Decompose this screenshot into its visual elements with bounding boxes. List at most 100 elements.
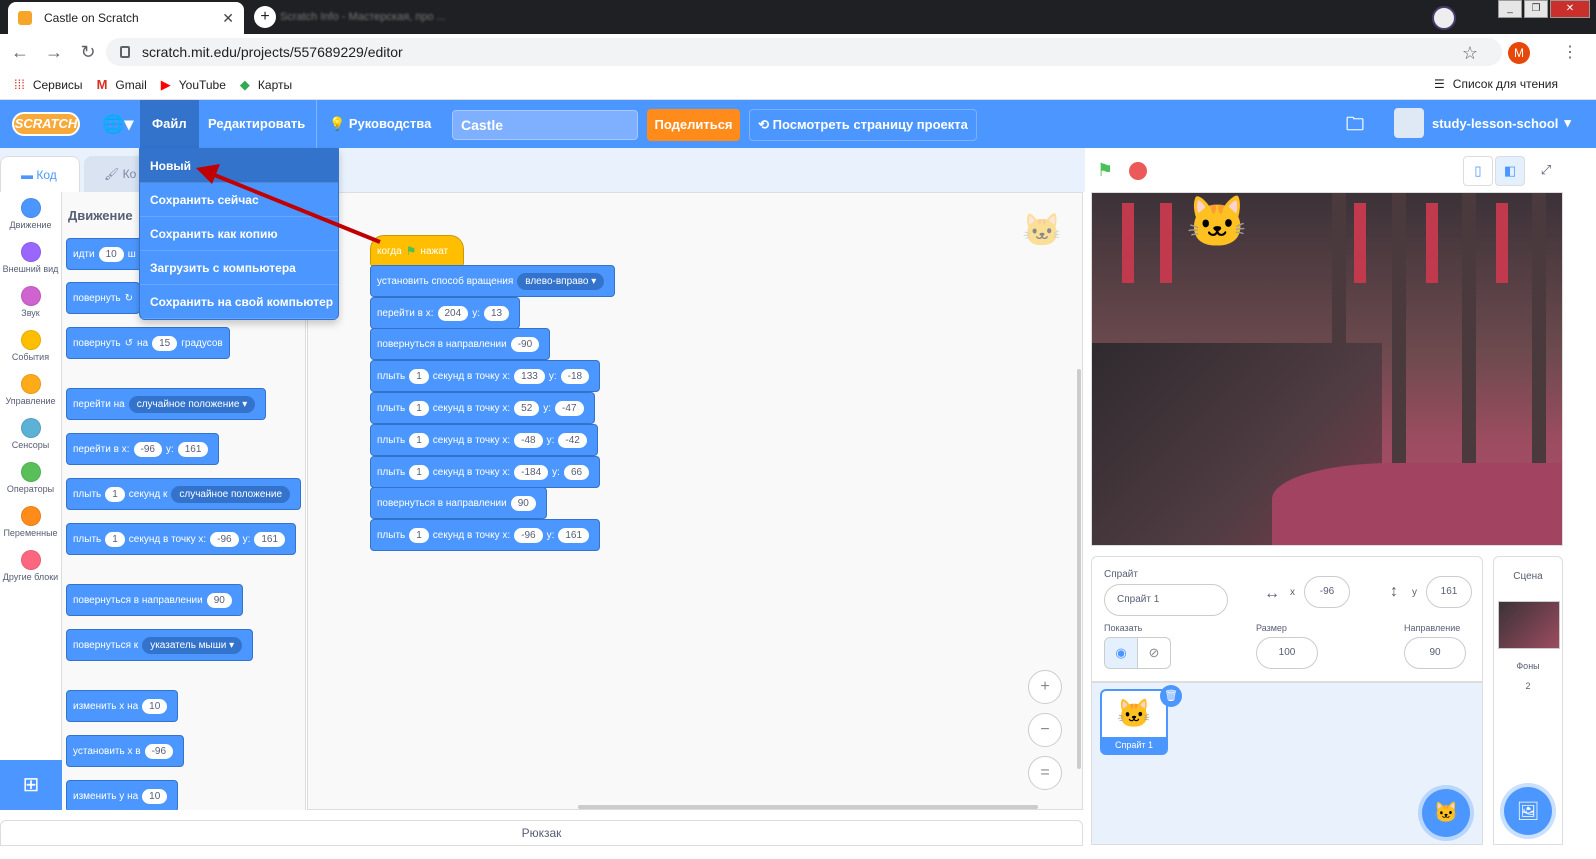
block-when-flag-clicked[interactable]: когда ⚑ нажат (370, 235, 464, 267)
block-set-x[interactable]: установить х в -96 (66, 735, 185, 767)
bookmark-services[interactable]: ⁞⁞⁞ Сервисы (14, 77, 83, 92)
zoom-in-button[interactable]: + (1028, 670, 1062, 704)
block-turn-left[interactable]: повернуть ↺ на 15 градусов (66, 327, 230, 359)
sprite-size-input[interactable]: 100 (1256, 637, 1318, 669)
script-area[interactable]: 🐱 когда ⚑ нажат установить способ вращения… (307, 192, 1083, 810)
add-sprite-button[interactable]: 🐱 (1422, 789, 1470, 837)
share-button[interactable]: Поделиться (647, 109, 740, 141)
close-window-button[interactable]: ✕ (1550, 0, 1590, 18)
menu-item-save-to-computer[interactable]: Сохранить на свой компьютер (140, 285, 338, 319)
block-point-towards[interactable]: повернуться к указатель мыши ▾ (66, 629, 254, 661)
stage-selector[interactable]: Сцена Фоны 2 🖼 (1493, 556, 1563, 845)
category-variables[interactable]: Переменные (0, 500, 61, 544)
block-goto[interactable]: перейти на случайное положение ▾ (66, 388, 267, 420)
block-set-rotation-style[interactable]: установить способ вращения влево-вправо ▾ (370, 265, 616, 297)
stage-canvas[interactable]: 🐱 (1091, 192, 1563, 546)
menu-item-save-copy[interactable]: Сохранить как копию (140, 217, 338, 251)
sprite-x-input[interactable]: -96 (1304, 576, 1350, 608)
chrome-menu-icon[interactable]: ⋮ (1562, 42, 1578, 62)
block-change-y[interactable]: изменить у на 10 (66, 780, 179, 810)
new-tab-button[interactable]: + (254, 6, 276, 28)
block-glide-xy[interactable]: плыть 1 секунд в точку x: 133 y: -18 (370, 360, 601, 392)
block-glide[interactable]: плыть 1 секунд к случайное положение (66, 478, 302, 510)
add-extension-button[interactable]: ⊞ (0, 760, 62, 810)
bookmark-star-icon[interactable]: ☆ (1462, 43, 1478, 64)
forward-arrow-icon[interactable]: → (40, 42, 68, 63)
user-account-menu[interactable]: study-lesson-school ▾ (1394, 108, 1571, 138)
language-globe-icon[interactable]: 🌐▾ (102, 114, 133, 135)
horizontal-scrollbar[interactable] (578, 805, 1038, 809)
bookmark-maps[interactable]: ◆ Карты (240, 77, 292, 93)
reload-icon[interactable]: ↻ (74, 42, 102, 63)
category-control[interactable]: Управление (0, 368, 61, 412)
block-move-steps[interactable]: идти 10 ш (66, 238, 143, 270)
sprite-name-input[interactable]: Спрайт 1 (1104, 584, 1228, 616)
bookmark-label: Сервисы (32, 77, 83, 92)
url-input[interactable]: scratch.mit.edu/projects/557689229/edito… (106, 38, 1502, 66)
file-menu[interactable]: Файл (140, 100, 199, 148)
menu-item-save-now[interactable]: Сохранить сейчас (140, 183, 338, 217)
my-stuff-folder-icon[interactable]: 🗀 (1346, 112, 1364, 142)
bookmark-gmail[interactable]: M Gmail (97, 77, 147, 92)
block-point-direction[interactable]: повернуться в направлении 90 (66, 584, 243, 616)
block-point-direction[interactable]: повернуться в направлении -90 (370, 328, 551, 360)
tab-title: Castle on Scratch (44, 11, 139, 25)
category-motion[interactable]: Движение (0, 192, 61, 236)
block-glide-xy[interactable]: плыть 1 секунд в точку x: -96 y: 161 (370, 519, 601, 551)
stage-banner (1496, 203, 1508, 283)
vertical-scrollbar[interactable] (1077, 369, 1081, 769)
show-sprite-eye-icon[interactable]: ◉ (1104, 637, 1138, 669)
block-glide-xy[interactable]: плыть 1 секунд в точку x: -96 y: 161 (66, 523, 297, 555)
category-dot-icon (20, 198, 41, 218)
sprite-direction-input[interactable]: 90 (1404, 637, 1466, 669)
restore-button[interactable]: ❐ (1524, 0, 1548, 18)
fullscreen-icon[interactable]: ⤢ (1531, 156, 1561, 186)
zoom-reset-button[interactable]: = (1028, 756, 1062, 790)
scratch-logo[interactable]: SCRATCH (12, 112, 80, 136)
green-flag-button[interactable]: ⚑ (1097, 160, 1113, 181)
block-goto-xy[interactable]: перейти в x: 204 y: 13 (370, 297, 521, 329)
profile-avatar[interactable]: M (1508, 42, 1530, 64)
sprite-tile[interactable]: 🐱 Спрайт 1 🗑 (1100, 685, 1182, 755)
category-looks[interactable]: Внешний вид (0, 236, 61, 280)
block-glide-xy[interactable]: плыть 1 секунд в точку x: -184 y: 66 (370, 456, 601, 488)
browser-tab-active[interactable]: Castle on Scratch ✕ (8, 2, 244, 34)
normal-stage-button[interactable]: ◧ (1495, 156, 1525, 186)
tab-code[interactable]: ▬ Код (0, 156, 80, 192)
back-arrow-icon[interactable]: ← (6, 42, 34, 63)
bookmark-youtube[interactable]: ▶ YouTube (161, 77, 226, 93)
see-project-page-button[interactable]: ⟲ Посмотреть страницу проекта (749, 109, 977, 141)
block-point-direction[interactable]: повернуться в направлении 90 (370, 487, 547, 519)
stop-button[interactable] (1129, 162, 1147, 180)
block-glide-xy[interactable]: плыть 1 секунд в точку x: 52 y: -47 (370, 392, 595, 424)
add-backdrop-button[interactable]: 🖼 (1504, 787, 1552, 835)
block-goto-xy[interactable]: перейти в x: -96 y: 161 (66, 433, 220, 465)
minimize-button[interactable]: _ (1498, 0, 1522, 18)
small-stage-button[interactable]: ▯ (1463, 156, 1493, 186)
menu-item-new[interactable]: Новый (140, 149, 338, 183)
sprite-y-input[interactable]: 161 (1426, 576, 1472, 608)
sprite-cat-on-stage[interactable]: 🐱 (1186, 193, 1248, 252)
project-title-input[interactable]: Castle (452, 110, 638, 140)
stage-thumbnail[interactable] (1498, 601, 1560, 649)
block-turn-right[interactable]: повернуть ↻ (66, 282, 141, 314)
category-sensing[interactable]: Сенсоры (0, 412, 61, 456)
tab-close-icon[interactable]: ✕ (222, 10, 234, 27)
chrome-profile-icon[interactable] (1432, 6, 1456, 30)
backpack-bar[interactable]: Рюкзак (0, 820, 1083, 846)
category-dot-icon (20, 242, 41, 262)
reading-list-button[interactable]: ☰ Список для чтения (1434, 77, 1558, 91)
category-sound[interactable]: Звук (0, 280, 61, 324)
block-glide-xy[interactable]: плыть 1 секунд в точку x: -48 y: -42 (370, 424, 598, 456)
menu-item-load-from-computer[interactable]: Загрузить с компьютера (140, 251, 338, 285)
guides-menu[interactable]: 💡 Руководства (316, 100, 443, 148)
delete-sprite-icon[interactable]: 🗑 (1160, 685, 1182, 707)
hide-sprite-eye-icon[interactable]: ⊘ (1137, 637, 1171, 669)
category-events[interactable]: События (0, 324, 61, 368)
browser-tab-inactive[interactable]: Scratch Info - Мастерская, про ... (280, 6, 470, 28)
block-change-x[interactable]: изменить х на 10 (66, 690, 179, 722)
category-operators[interactable]: Операторы (0, 456, 61, 500)
zoom-out-button[interactable]: − (1028, 713, 1062, 747)
edit-menu[interactable]: Редактировать (196, 100, 317, 148)
category-my-blocks[interactable]: Другие блоки (0, 544, 61, 588)
